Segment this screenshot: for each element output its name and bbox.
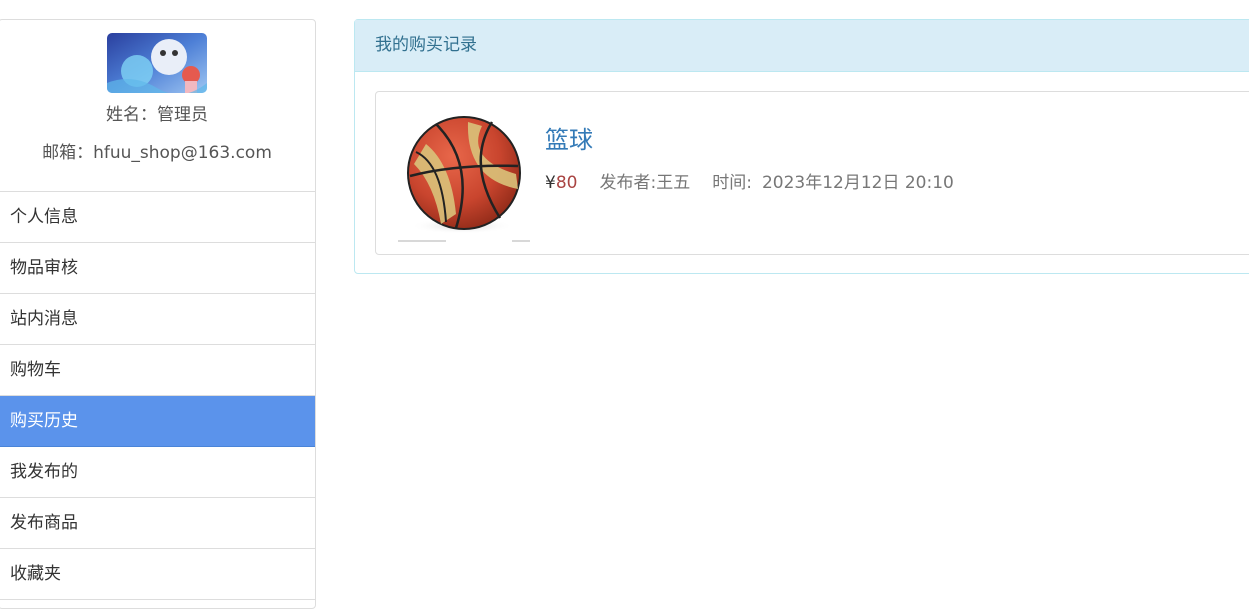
item-title-link[interactable]: 篮球 xyxy=(545,120,593,155)
sidebar-item-post-item[interactable]: 发布商品 xyxy=(0,498,315,549)
profile-email: 邮箱：hfuu_shop@163.com xyxy=(42,143,272,163)
currency-symbol: ¥ xyxy=(545,173,556,193)
item-meta: ¥80 发布者:王五 时间: 2023年12月12日 20:10 xyxy=(545,168,954,193)
sidebar-item-favorites[interactable]: 收藏夹 xyxy=(0,549,315,600)
profile-name: 姓名：管理员 xyxy=(106,105,208,125)
item-time-label: 时间: xyxy=(712,173,752,193)
sidebar-item-item-review[interactable]: 物品审核 xyxy=(0,243,315,294)
item-price: 80 xyxy=(555,173,578,193)
sidebar-item-personal-info[interactable]: 个人信息 xyxy=(0,192,315,243)
avatar xyxy=(107,33,207,93)
purchase-records-panel: 我的购买记录 篮球 ¥80 发布者:王五 时间: 2023年12月12日 20:… xyxy=(354,19,1249,274)
sidebar-item-messages[interactable]: 站内消息 xyxy=(0,294,315,345)
user-profile: 姓名：管理员 邮箱：hfuu_shop@163.com xyxy=(0,20,315,192)
sidebar-item-cart[interactable]: 购物车 xyxy=(0,345,315,396)
item-publisher: 发布者:王五 xyxy=(599,173,691,193)
sidebar: 姓名：管理员 邮箱：hfuu_shop@163.com 个人信息 物品审核 站内… xyxy=(0,19,316,609)
sidebar-item-my-posts[interactable]: 我发布的 xyxy=(0,447,315,498)
list-item: 篮球 ¥80 发布者:王五 时间: 2023年12月12日 20:10 xyxy=(375,91,1249,255)
basketball-image[interactable] xyxy=(396,104,532,244)
sidebar-item-purchase-history[interactable]: 购买历史 xyxy=(0,396,315,447)
item-time: 2023年12月12日 20:10 xyxy=(761,173,954,193)
panel-title: 我的购买记录 xyxy=(355,20,1249,72)
